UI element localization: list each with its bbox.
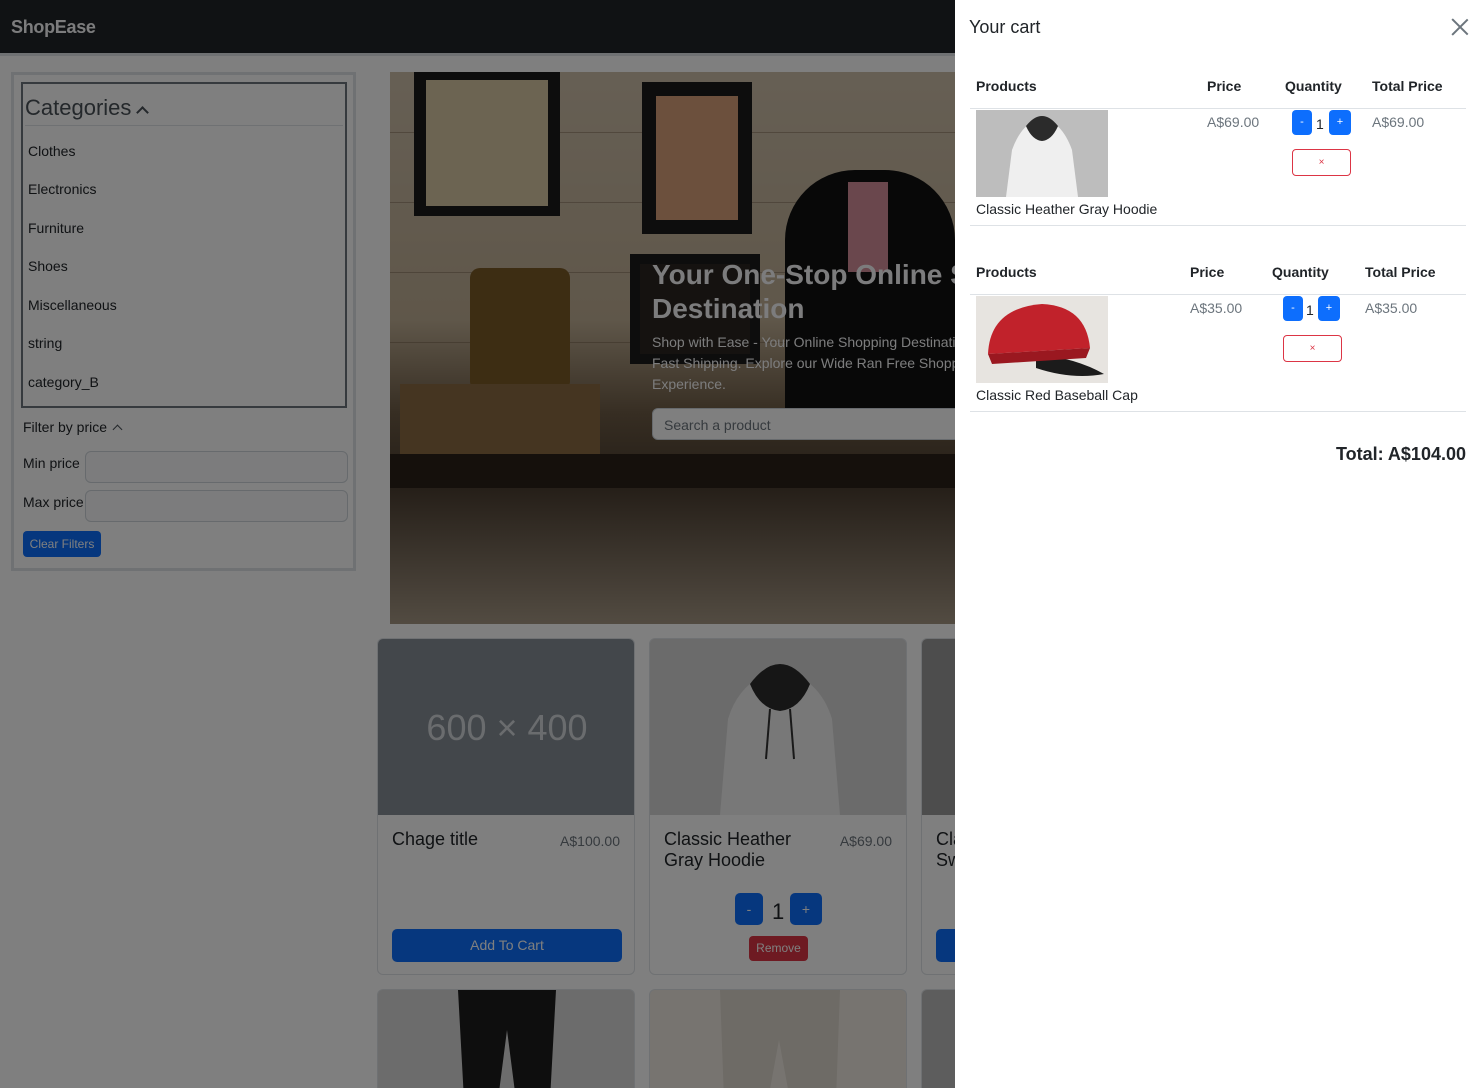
header-products: Products <box>976 264 1037 280</box>
cart-product-name: Classic Red Baseball Cap <box>976 387 1138 403</box>
header-price: Price <box>1207 78 1242 94</box>
header-quantity: Quantity <box>1285 78 1342 94</box>
cart-quantity-value: 1 <box>1316 116 1324 132</box>
cart-remove-button[interactable]: × <box>1283 335 1342 362</box>
cart-increase-button[interactable]: + <box>1318 296 1340 321</box>
cart-product-price: A$69.00 <box>1207 114 1260 130</box>
cart-product-price: A$35.00 <box>1190 300 1243 316</box>
cart-offcanvas: Your cart Products Price Quantity Total … <box>955 0 1477 1088</box>
cart-remove-button[interactable]: × <box>1292 149 1351 176</box>
cart-item-table: Products Price Quantity Total Price Clas… <box>970 264 1466 412</box>
header-total-price: Total Price <box>1372 78 1443 94</box>
cart-product-image <box>976 110 1108 197</box>
cart-increase-button[interactable]: + <box>1329 110 1351 135</box>
cart-decrease-button[interactable]: - <box>1283 296 1303 321</box>
header-products: Products <box>976 78 1037 94</box>
cart-product-image <box>976 296 1108 383</box>
cart-product-name: Classic Heather Gray Hoodie <box>976 201 1158 217</box>
close-icon[interactable] <box>1449 16 1471 38</box>
cap-image <box>976 296 1108 383</box>
header-price: Price <box>1190 264 1225 280</box>
header-quantity: Quantity <box>1272 264 1329 280</box>
header-total-price: Total Price <box>1365 264 1436 280</box>
offcanvas-backdrop[interactable] <box>0 0 955 1088</box>
cart-title: Your cart <box>969 17 1041 37</box>
cart-item-table: Products Price Quantity Total Price Clas… <box>970 78 1466 226</box>
cart-grand-total: Total: A$104.00 <box>1335 444 1466 464</box>
hoodie-image <box>976 110 1108 197</box>
cart-quantity-value: 1 <box>1306 302 1314 318</box>
cart-decrease-button[interactable]: - <box>1292 110 1312 135</box>
cart-item-total: A$35.00 <box>1365 300 1418 316</box>
cart-item-total: A$69.00 <box>1372 114 1425 130</box>
